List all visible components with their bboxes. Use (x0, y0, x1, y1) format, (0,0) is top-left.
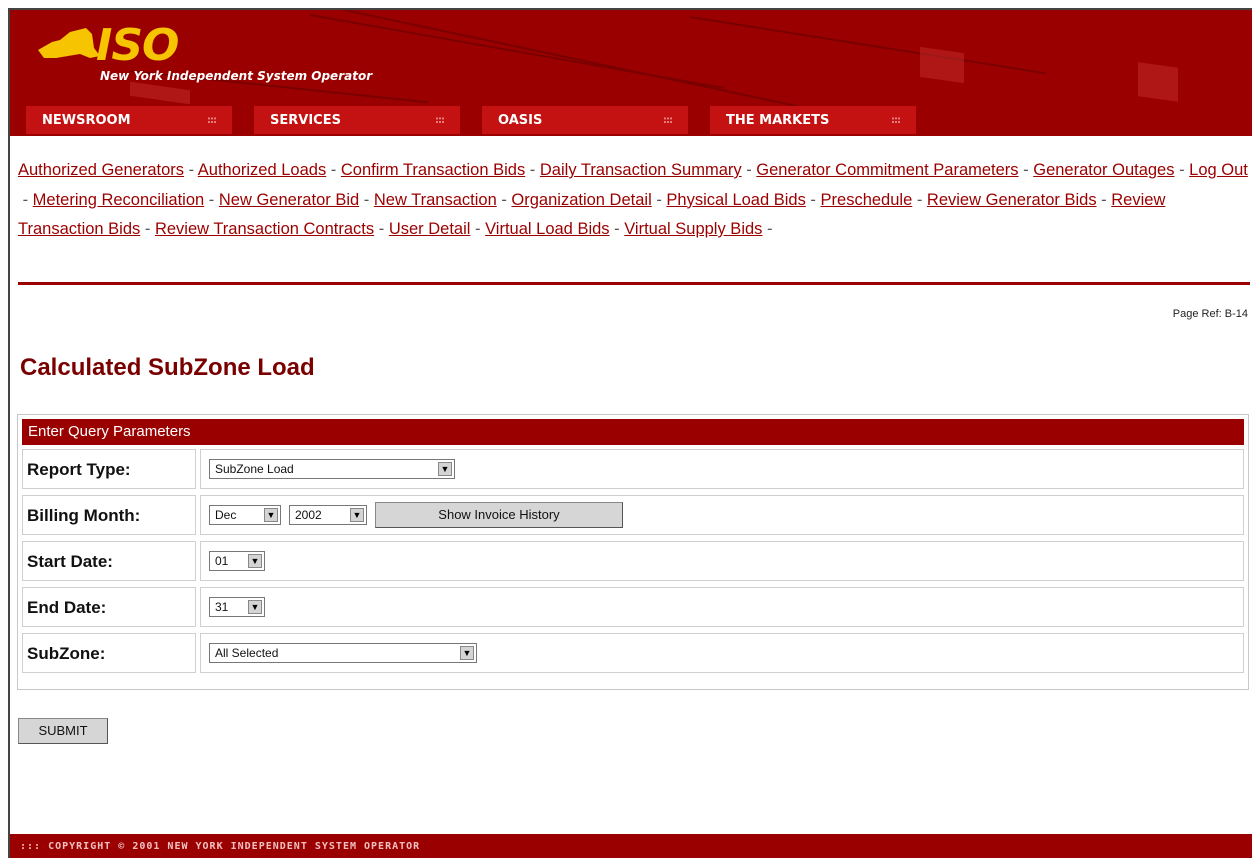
nav-link-review-transaction-contracts[interactable]: Review Transaction Contracts (155, 220, 374, 238)
nav-link-organization-detail[interactable]: Organization Detail (511, 191, 651, 209)
link-separator: - (326, 161, 341, 179)
link-separator: - (609, 220, 625, 238)
nav-link-confirm-transaction-bids[interactable]: Confirm Transaction Bids (341, 161, 525, 179)
nav-link-authorized-generators[interactable]: Authorized Generators (18, 161, 184, 179)
nav-link-authorized-loads[interactable]: Authorized Loads (198, 161, 326, 179)
start-date-select[interactable]: 01 ▼ (209, 551, 265, 571)
site-tagline: New York Independent System Operator (100, 69, 373, 83)
start-date-label: Start Date: (22, 541, 196, 581)
nav-tab-services[interactable]: SERVICES ::: (254, 106, 460, 134)
query-parameters-heading: Enter Query Parameters (22, 419, 1244, 445)
nav-link-preschedule[interactable]: Preschedule (821, 191, 913, 209)
nav-link-physical-load-bids[interactable]: Physical Load Bids (666, 191, 805, 209)
nav-tab-label: NEWSROOM (42, 113, 131, 128)
link-separator: - (204, 190, 219, 209)
nav-tab-newsroom[interactable]: NEWSROOM ::: (26, 106, 232, 134)
page-ref: Page Ref: B-14 (1172, 308, 1248, 320)
link-separator: - (496, 190, 512, 209)
billing-month-label: Billing Month: (22, 495, 196, 535)
nav-link-log-out[interactable]: Log Out (1189, 161, 1248, 179)
chevron-down-icon: ▼ (264, 508, 278, 522)
row-start-date: Start Date: 01 ▼ (22, 541, 1244, 585)
link-separator: - (359, 190, 374, 209)
nav-tab-oasis[interactable]: OASIS ::: (482, 106, 688, 134)
nav-link-review-generator-bids[interactable]: Review Generator Bids (927, 191, 1097, 209)
link-separator: - (651, 190, 667, 209)
nav-link-new-transaction[interactable]: New Transaction (374, 191, 497, 209)
query-parameters-table: Enter Query Parameters Report Type: SubZ… (17, 414, 1249, 690)
row-report-type: Report Type: SubZone Load ▼ (22, 449, 1244, 493)
link-separator: - (374, 220, 389, 238)
link-separator: - (18, 190, 33, 209)
billing-year-select[interactable]: 2002 ▼ (289, 505, 367, 525)
chevron-down-icon: ▼ (248, 554, 262, 568)
link-separator: - (762, 220, 778, 238)
divider (18, 282, 1250, 285)
nav-link-generator-commitment-parameters[interactable]: Generator Commitment Parameters (756, 161, 1018, 179)
end-date-select[interactable]: 31 ▼ (209, 597, 265, 617)
site-header: ISO New York Independent System Operator… (10, 10, 1252, 136)
link-separator: - (470, 220, 486, 238)
nav-tab-label: THE MARKETS (726, 113, 830, 128)
nav-tab-the-markets[interactable]: THE MARKETS ::: (710, 106, 916, 134)
nav-link-virtual-supply-bids[interactable]: Virtual Supply Bids (624, 220, 762, 238)
end-date-label: End Date: (22, 587, 196, 627)
logo-text: ISO (96, 20, 179, 71)
link-separator: - (525, 161, 540, 179)
grip-dots-icon: ::: (663, 115, 673, 126)
row-billing-month: Billing Month: Dec ▼ 2002 ▼ Show Invoice… (22, 495, 1244, 539)
billing-month-select[interactable]: Dec ▼ (209, 505, 281, 525)
nav-tab-label: OASIS (498, 113, 543, 128)
copyright-footer: ::: COPYRIGHT © 2001 NEW YORK INDEPENDEN… (10, 834, 1252, 858)
link-separator: - (805, 190, 821, 209)
report-type-select[interactable]: SubZone Load ▼ (209, 459, 455, 479)
link-separator: - (184, 161, 198, 179)
nav-link-generator-outages[interactable]: Generator Outages (1033, 161, 1174, 179)
chevron-down-icon: ▼ (460, 646, 474, 660)
row-end-date: End Date: 31 ▼ (22, 587, 1244, 631)
nav-link-daily-transaction-summary[interactable]: Daily Transaction Summary (540, 161, 742, 179)
chevron-down-icon: ▼ (438, 462, 452, 476)
subzone-label: SubZone: (22, 633, 196, 673)
chevron-down-icon: ▼ (350, 508, 364, 522)
show-invoice-history-button[interactable]: Show Invoice History (375, 502, 623, 528)
page-title: Calculated SubZone Load (20, 354, 315, 381)
submit-button[interactable]: SUBMIT (18, 718, 108, 744)
nav-link-new-generator-bid[interactable]: New Generator Bid (219, 191, 359, 209)
link-separator: - (1174, 161, 1190, 179)
nav-link-user-detail[interactable]: User Detail (389, 220, 471, 238)
subzone-select[interactable]: All Selected ▼ (209, 643, 477, 663)
function-links: Authorized Generators - Authorized Loads… (18, 156, 1250, 245)
link-separator: - (140, 220, 155, 238)
report-type-label: Report Type: (22, 449, 196, 489)
link-separator: - (912, 190, 927, 209)
row-subzone: SubZone: All Selected ▼ (22, 633, 1244, 677)
link-separator: - (1018, 161, 1034, 179)
link-separator: - (1096, 190, 1112, 209)
chevron-down-icon: ▼ (248, 600, 262, 614)
link-separator: - (741, 161, 757, 179)
nav-tab-label: SERVICES (270, 113, 341, 128)
nav-link-metering-reconciliation[interactable]: Metering Reconciliation (33, 191, 205, 209)
browser-page: ISO New York Independent System Operator… (8, 8, 1252, 858)
main-nav: NEWSROOM ::: SERVICES ::: OASIS ::: THE … (26, 106, 1252, 136)
grip-dots-icon: ::: (891, 115, 901, 126)
nav-link-virtual-load-bids[interactable]: Virtual Load Bids (485, 220, 609, 238)
grip-dots-icon: ::: (207, 115, 217, 126)
grip-dots-icon: ::: (435, 115, 445, 126)
